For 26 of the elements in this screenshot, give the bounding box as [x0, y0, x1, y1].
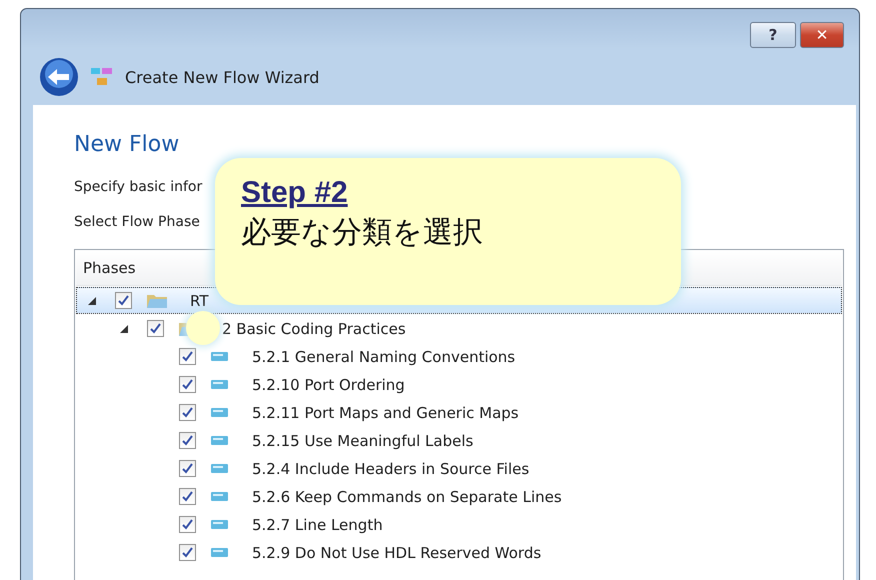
callout-text: 必要な分類を選択 — [241, 214, 484, 252]
page-heading: New Flow — [74, 132, 180, 157]
tree-row[interactable]: 5.2.1 General Naming Conventions — [76, 343, 842, 370]
tree-label: 5.2.6 Keep Commands on Separate Lines — [252, 488, 562, 506]
tree-row[interactable]: 5.2.9 Do Not Use HDL Reserved Words — [76, 539, 842, 566]
phases-label: Select Flow Phase — [74, 214, 200, 230]
tree-label: 5.2.1 General Naming Conventions — [252, 348, 516, 366]
tree-label: 5.2.15 Use Meaningful Labels — [252, 432, 474, 450]
tree-label: 2 Basic Coding Practices — [222, 320, 406, 338]
tree-row[interactable]: 5.2.11 Port Maps and Generic Maps — [76, 399, 842, 426]
tree-row[interactable]: 5.2.15 Use Meaningful Labels — [76, 427, 842, 454]
tree-label: 5.2.10 Port Ordering — [252, 376, 405, 394]
tree-label: 5.2.4 Include Headers in Source Files — [252, 460, 530, 478]
tree-label: 5.2.7 Line Length — [252, 516, 383, 534]
tree-row[interactable]: 5.2.4 Include Headers in Source Files — [76, 455, 842, 482]
callout-title: Step #2 — [241, 176, 348, 210]
tree-row[interactable]: 5.2.6 Keep Commands on Separate Lines — [76, 483, 842, 510]
window-title: Create New Flow Wizard — [125, 68, 320, 86]
tree-label: RT — [190, 292, 208, 310]
tree-row[interactable]: 5.2.10 Port Ordering — [76, 371, 842, 398]
description-text: Specify basic infor — [74, 179, 202, 195]
help-button[interactable]: ? — [750, 22, 796, 48]
close-button[interactable]: ✕ — [800, 22, 844, 48]
tree-row[interactable]: 5.2.7 Line Length — [76, 511, 842, 538]
tree-label: 5.2.9 Do Not Use HDL Reserved Words — [252, 544, 542, 562]
tree-label: 5.2.11 Port Maps and Generic Maps — [252, 404, 519, 422]
